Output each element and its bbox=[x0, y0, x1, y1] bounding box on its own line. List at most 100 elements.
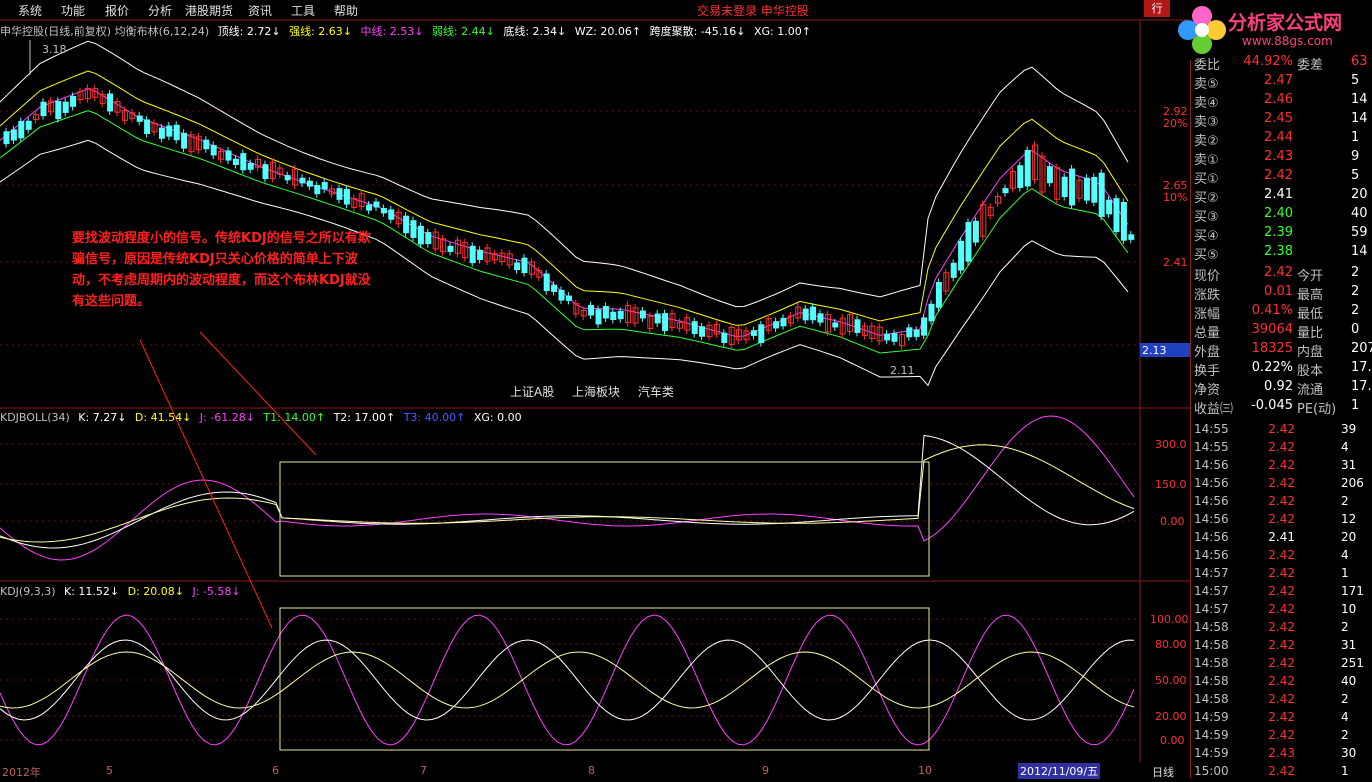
mid-line-value: 中线: 2.53↓ bbox=[360, 25, 424, 38]
kdjboll-title: KDJBOLL(34) bbox=[0, 411, 70, 424]
order-book-row[interactable]: 买③ 2.40 40 bbox=[1191, 206, 1372, 225]
candle-body bbox=[1017, 165, 1024, 188]
candle-body bbox=[921, 317, 928, 336]
order-ratio-label: 委比 bbox=[1194, 58, 1221, 73]
order-price: 2.43 bbox=[1264, 149, 1293, 164]
candle-body bbox=[602, 305, 609, 319]
candle-body bbox=[55, 100, 62, 120]
order-volume: 40 bbox=[1351, 206, 1368, 221]
order-book-row[interactable]: 卖③ 2.45 14 bbox=[1191, 111, 1372, 130]
kdjboll-indicator-header[interactable]: KDJBOLL(34) K: 7.27↓ D: 41.54↓ J: -61.28… bbox=[0, 411, 527, 424]
candle-body bbox=[854, 319, 861, 333]
sector-auto[interactable]: 汽车类 bbox=[638, 385, 674, 399]
candle-body bbox=[262, 164, 269, 180]
candle-body bbox=[181, 132, 188, 149]
order-book-row[interactable]: 买① 2.42 5 bbox=[1191, 168, 1372, 187]
tick-row: 14:56 2.42 12 bbox=[1191, 512, 1372, 530]
candle-body bbox=[965, 222, 972, 262]
tick-volume: 206 bbox=[1341, 476, 1364, 490]
kdj-axis-label: 80.00 bbox=[1155, 638, 1187, 651]
kdj-highlight-box bbox=[279, 607, 930, 751]
candle-body bbox=[388, 209, 395, 220]
tick-volume: 1 bbox=[1341, 764, 1349, 778]
x-axis-label: 8 bbox=[588, 764, 595, 777]
candle-body bbox=[343, 188, 350, 205]
candle-body bbox=[321, 182, 328, 190]
annotation-arrow-1 bbox=[199, 331, 317, 456]
low-price-mark: 2.11 bbox=[890, 364, 915, 377]
tick-row: 14:56 2.42 206 bbox=[1191, 476, 1372, 494]
strong-line-value: 强线: 2.63↓ bbox=[289, 25, 352, 38]
tick-volume: 10 bbox=[1341, 602, 1357, 616]
candle-body bbox=[610, 311, 617, 320]
tick-time: 14:55 bbox=[1194, 440, 1229, 454]
stat-value-2: 2 bbox=[1351, 303, 1360, 318]
candle-body bbox=[1083, 177, 1090, 201]
order-level-label: 卖④ bbox=[1194, 96, 1219, 111]
tick-time: 14:56 bbox=[1194, 530, 1229, 544]
tick-price: 2.42 bbox=[1268, 440, 1295, 454]
sector-shanghai[interactable]: 上海板块 bbox=[572, 385, 620, 399]
order-level-label: 买③ bbox=[1194, 210, 1219, 225]
kdjboll-lines bbox=[0, 415, 1135, 561]
candle-body bbox=[558, 289, 565, 301]
candle-body bbox=[62, 101, 69, 113]
order-book-row[interactable]: 买⑤ 2.38 14 bbox=[1191, 244, 1372, 263]
wz-value: WZ: 20.06↑ bbox=[574, 25, 642, 38]
candle-body bbox=[136, 115, 143, 122]
tick-volume: 39 bbox=[1341, 422, 1357, 436]
tick-volume: 4 bbox=[1341, 548, 1349, 562]
order-book-row[interactable]: 买② 2.41 20 bbox=[1191, 187, 1372, 206]
tick-volume: 40 bbox=[1341, 674, 1357, 688]
tick-volume: 20 bbox=[1341, 530, 1357, 544]
candle-body bbox=[758, 324, 765, 344]
kdjboll-t2-value: T2: 17.00↑ bbox=[333, 411, 396, 424]
candle-body bbox=[773, 321, 780, 329]
stat-label: 总量 bbox=[1194, 326, 1221, 341]
sector-shanghai-a[interactable]: 上证A股 bbox=[510, 385, 554, 399]
kdjboll-j-line bbox=[0, 415, 1135, 561]
candle-body bbox=[373, 201, 380, 208]
order-book-row[interactable]: 卖⑤ 2.47 5 bbox=[1191, 73, 1372, 92]
kdjboll-t3-value: T3: 40.00↑ bbox=[403, 411, 466, 424]
order-book-row[interactable]: 卖① 2.43 9 bbox=[1191, 149, 1372, 168]
tick-row: 14:55 2.42 39 bbox=[1191, 422, 1372, 440]
tick-time: 14:59 bbox=[1194, 710, 1229, 724]
tick-volume: 12 bbox=[1341, 512, 1357, 526]
kdj-axis-label: 20.00 bbox=[1155, 710, 1187, 723]
tick-time: 14:56 bbox=[1194, 512, 1229, 526]
order-diff-label: 委差 bbox=[1297, 58, 1324, 73]
kline-chart-canvas[interactable]: 3.18 2.11 2.92 20% 2.65 10% 2.41 2.13 30… bbox=[0, 0, 1190, 762]
top-line-value: 顶线: 2.72↓ bbox=[217, 25, 281, 38]
tick-volume: 2 bbox=[1341, 692, 1349, 706]
stat-row: 总量 39064 量比 0 bbox=[1191, 322, 1372, 341]
order-volume: 14 bbox=[1351, 111, 1368, 126]
candle-body bbox=[514, 262, 521, 271]
order-level-label: 卖② bbox=[1194, 134, 1219, 149]
order-level-label: 买④ bbox=[1194, 229, 1219, 244]
tick-row: 14:58 2.42 2 bbox=[1191, 692, 1372, 710]
order-book-row[interactable]: 卖④ 2.46 14 bbox=[1191, 92, 1372, 111]
tick-price: 2.42 bbox=[1268, 728, 1295, 742]
candle-body bbox=[913, 329, 920, 337]
candle-body bbox=[25, 120, 32, 130]
candle-body bbox=[588, 305, 595, 316]
candle-body bbox=[225, 150, 232, 161]
kdj-j-line bbox=[0, 614, 1135, 746]
order-book-row[interactable]: 卖② 2.44 1 bbox=[1191, 130, 1372, 149]
candle-body bbox=[1069, 168, 1076, 206]
kdj-indicator-header[interactable]: KDJ(9,3,3) K: 11.52↓ D: 20.08↓ J: -5.58↓ bbox=[0, 585, 246, 598]
tick-time: 14:58 bbox=[1194, 692, 1229, 706]
site-logo: 分析家公式网 www.88gs.com bbox=[1172, 0, 1372, 60]
order-book-row[interactable]: 买④ 2.39 59 bbox=[1191, 225, 1372, 244]
tick-time: 14:57 bbox=[1194, 566, 1229, 580]
candle-body bbox=[210, 144, 217, 156]
kdjboll-d-value: D: 41.54↓ bbox=[134, 411, 192, 424]
tick-price: 2.42 bbox=[1268, 422, 1295, 436]
candle-body bbox=[107, 93, 114, 112]
tick-row: 14:57 2.42 10 bbox=[1191, 602, 1372, 620]
main-indicator-header[interactable]: 申华控股(日线,前复权) 均衡布林(6,12,24) 顶线: 2.72↓ 强线:… bbox=[0, 23, 816, 39]
tick-price: 2.41 bbox=[1268, 530, 1295, 544]
kdj-k-value: K: 11.52↓ bbox=[64, 585, 120, 598]
main-indicator-title: 申华控股(日线,前复权) 均衡布林(6,12,24) bbox=[0, 25, 210, 38]
